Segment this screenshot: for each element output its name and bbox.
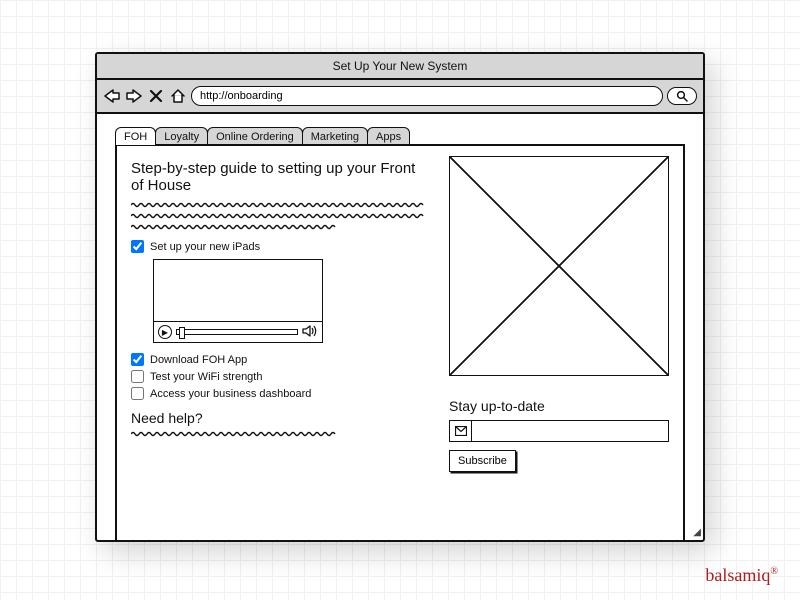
tab-content: Step-by-step guide to setting up your Fr… — [115, 144, 685, 542]
tab-apps[interactable]: Apps — [367, 127, 410, 145]
window-title: Set Up Your New System — [333, 59, 468, 73]
browser-window: Set Up Your New System FOH Loyalty Onlin… — [95, 52, 705, 542]
checkbox-foh-app[interactable] — [131, 353, 144, 366]
tab-online-ordering[interactable]: Online Ordering — [207, 127, 303, 145]
video-screen[interactable] — [154, 260, 322, 322]
help-heading: Need help? — [131, 410, 431, 426]
checklist-item-wifi[interactable]: Test your WiFi strength — [131, 370, 431, 383]
home-icon[interactable] — [169, 87, 187, 105]
checkbox-dashboard[interactable] — [131, 387, 144, 400]
lorem-paragraph — [131, 202, 431, 230]
window-titlebar: Set Up Your New System — [97, 54, 703, 80]
search-button[interactable] — [667, 87, 697, 105]
tab-loyalty[interactable]: Loyalty — [155, 127, 208, 145]
sidebar-column: Stay up-to-date Subscribe — [449, 156, 669, 472]
page-heading: Step-by-step guide to setting up your Fr… — [131, 160, 431, 194]
back-icon[interactable] — [103, 87, 121, 105]
url-input[interactable] — [191, 86, 663, 106]
video-controls: ▶ — [154, 322, 322, 342]
checklist-item-dashboard[interactable]: Access your business dashboard — [131, 387, 431, 400]
volume-icon[interactable] — [302, 325, 318, 340]
browser-toolbar — [97, 80, 703, 114]
forward-icon[interactable] — [125, 87, 143, 105]
envelope-icon — [450, 421, 472, 441]
play-icon[interactable]: ▶ — [158, 325, 172, 339]
video-player: ▶ — [153, 259, 323, 343]
video-progress[interactable] — [176, 329, 298, 335]
tab-row: FOH Loyalty Online Ordering Marketing Ap… — [115, 120, 703, 144]
checkbox-wifi[interactable] — [131, 370, 144, 383]
checklist-item-ipads[interactable]: Set up your new iPads — [131, 240, 431, 253]
stop-icon[interactable] — [147, 87, 165, 105]
checkbox-ipads[interactable] — [131, 240, 144, 253]
checklist-item-foh-app[interactable]: Download FOH App — [131, 353, 431, 366]
main-column: Step-by-step guide to setting up your Fr… — [131, 156, 431, 472]
stay-heading: Stay up-to-date — [449, 398, 669, 414]
tab-foh[interactable]: FOH — [115, 127, 156, 145]
subscribe-button[interactable]: Subscribe — [449, 450, 516, 472]
email-field-wrapper — [449, 420, 669, 442]
brand-logo: balsamiq® — [705, 565, 778, 586]
tab-marketing[interactable]: Marketing — [302, 127, 368, 145]
image-placeholder — [449, 156, 669, 376]
resize-grip-icon[interactable]: ◢ — [693, 527, 699, 538]
email-input[interactable] — [472, 421, 668, 441]
